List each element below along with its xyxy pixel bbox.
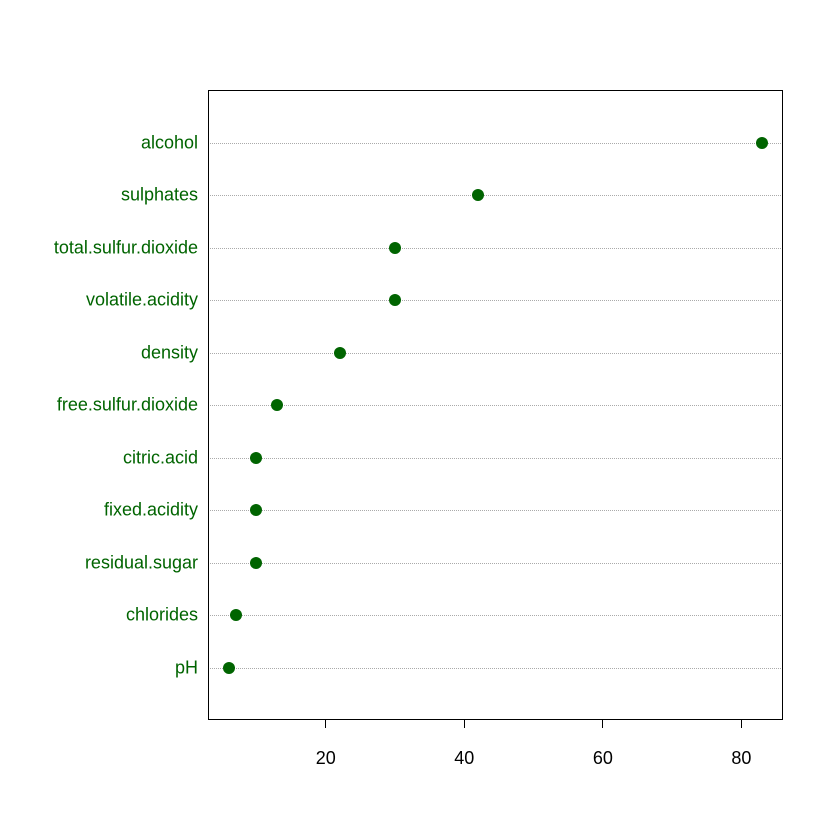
- x-tick-label: 40: [454, 748, 474, 769]
- x-tick-label: 80: [731, 748, 751, 769]
- category-label: residual.sugar: [85, 552, 198, 573]
- data-dot: [334, 347, 346, 359]
- gridline: [210, 405, 781, 406]
- gridline: [210, 615, 781, 616]
- gridline: [210, 353, 781, 354]
- category-label: fixed.acidity: [104, 500, 198, 521]
- data-dot: [389, 242, 401, 254]
- gridline: [210, 300, 781, 301]
- data-dot: [250, 557, 262, 569]
- x-tick-label: 60: [593, 748, 613, 769]
- data-dot: [250, 504, 262, 516]
- x-tick: [325, 720, 326, 728]
- category-label: pH: [175, 657, 198, 678]
- gridline: [210, 563, 781, 564]
- category-label: free.sulfur.dioxide: [57, 395, 198, 416]
- category-label: density: [141, 342, 198, 363]
- x-tick: [464, 720, 465, 728]
- gridline: [210, 248, 781, 249]
- data-dot: [271, 399, 283, 411]
- gridline: [210, 143, 781, 144]
- gridline: [210, 668, 781, 669]
- x-tick: [741, 720, 742, 728]
- gridline: [210, 458, 781, 459]
- chart-canvas: alcohol sulphates total.sulfur.dioxide vola…: [0, 0, 840, 840]
- data-dot: [756, 137, 768, 149]
- data-dot: [230, 609, 242, 621]
- category-label: total.sulfur.dioxide: [54, 237, 198, 258]
- data-dot: [250, 452, 262, 464]
- data-dot: [472, 189, 484, 201]
- category-label: volatile.acidity: [86, 290, 198, 311]
- category-label: alcohol: [141, 132, 198, 153]
- gridline: [210, 195, 781, 196]
- category-label: sulphates: [121, 185, 198, 206]
- data-dot: [389, 294, 401, 306]
- x-tick-label: 20: [316, 748, 336, 769]
- category-label: citric.acid: [123, 447, 198, 468]
- category-label: chlorides: [126, 605, 198, 626]
- x-tick: [602, 720, 603, 728]
- data-dot: [223, 662, 235, 674]
- gridline: [210, 510, 781, 511]
